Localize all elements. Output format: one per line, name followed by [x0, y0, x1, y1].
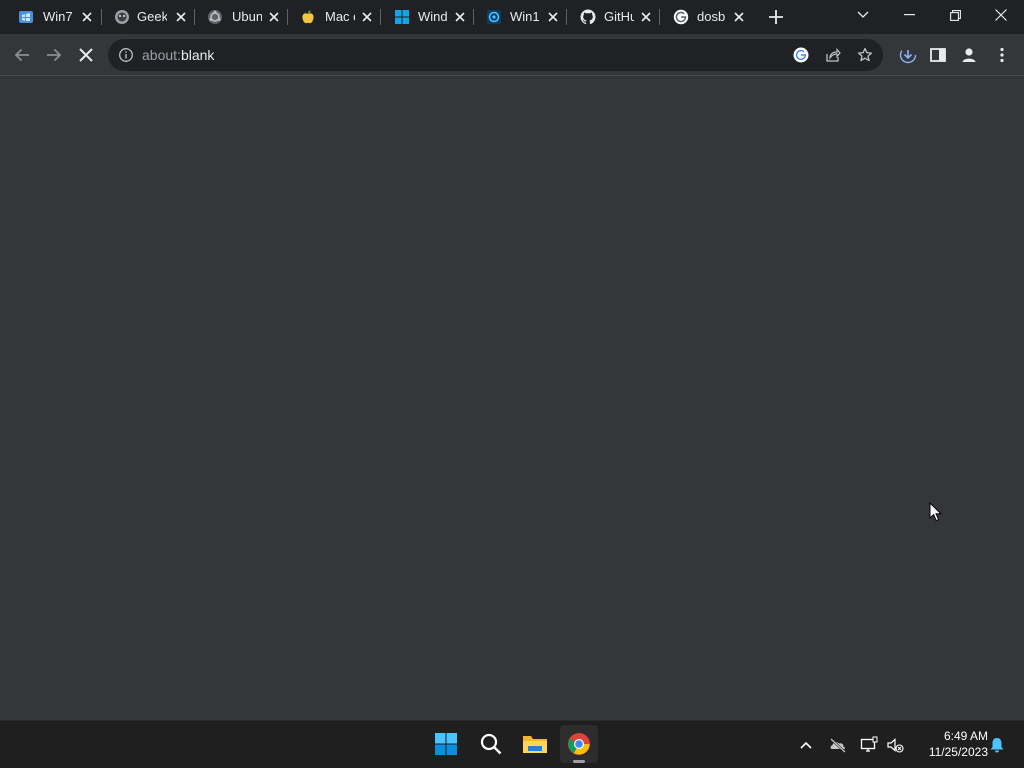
geek-favicon-icon [115, 10, 129, 24]
close-tab-icon[interactable] [454, 11, 466, 23]
tab-title: Win1 [510, 9, 540, 24]
tab-title: Mac c [325, 9, 355, 24]
clock-date: 11/25/2023 [928, 745, 988, 759]
clock-time: 6:49 AM [943, 729, 988, 743]
start-button[interactable] [427, 725, 465, 763]
side-panel-icon[interactable] [929, 46, 947, 64]
tab-title: dosb [697, 9, 726, 24]
tab-title: GitHu [604, 9, 634, 24]
close-icon [79, 48, 93, 62]
download-icon[interactable] [899, 46, 917, 64]
apple-favicon-icon [302, 10, 314, 24]
active-app-indicator [573, 760, 585, 763]
tab-win7[interactable]: Win7 [0, 0, 102, 34]
stop-loading-button[interactable] [75, 44, 97, 66]
page-content-area[interactable] [0, 77, 1024, 720]
bookmark-star-icon[interactable] [857, 47, 873, 63]
tab-title: Win7 [43, 9, 73, 24]
chrome-taskbar-button[interactable] [560, 725, 598, 763]
taskbar-clock[interactable]: 6:49 AM 11/25/2023 [910, 728, 988, 760]
tab-ubuntu[interactable]: Ubun [195, 0, 288, 34]
tab-search-button[interactable] [840, 0, 886, 30]
file-explorer-button[interactable] [516, 725, 554, 763]
network-icon[interactable] [860, 736, 878, 754]
arrow-right-icon [47, 48, 62, 62]
volume-muted-icon[interactable] [886, 736, 904, 754]
ubuntu-favicon-icon [208, 10, 222, 24]
tab-windows[interactable]: Wind [381, 0, 474, 34]
back-button[interactable] [11, 44, 33, 66]
close-tab-icon[interactable] [547, 11, 559, 23]
close-tab-icon[interactable] [733, 11, 745, 23]
tab-title: Geek [137, 9, 167, 24]
chevron-up-icon[interactable] [797, 736, 815, 754]
google-lens-icon[interactable] [793, 47, 809, 63]
google-favicon-icon [673, 9, 689, 25]
minimize-icon [903, 14, 915, 16]
url-text[interactable]: about:blank [142, 47, 214, 63]
windows-start-icon [435, 733, 457, 755]
restore-icon [949, 9, 961, 21]
url-scheme: about: [142, 47, 181, 63]
tab-win11[interactable]: Win1 [474, 0, 567, 34]
tab-github[interactable]: GitHu [567, 0, 660, 34]
chevron-down-icon [857, 11, 869, 18]
address-bar[interactable]: about:blank [108, 39, 883, 71]
tab-title: Ubun [232, 9, 262, 24]
tab-mac[interactable]: Mac c [288, 0, 381, 34]
win11-favicon-icon [487, 10, 501, 24]
restore-button[interactable] [932, 0, 978, 30]
info-icon[interactable] [118, 47, 134, 63]
github-favicon-icon [580, 9, 596, 25]
taskbar-search-button[interactable] [472, 725, 510, 763]
search-icon [480, 733, 502, 755]
notification-bell-icon[interactable] [988, 736, 1006, 754]
tab-dosbox[interactable]: dosb [660, 0, 753, 34]
close-tab-icon[interactable] [268, 11, 280, 23]
close-tab-icon[interactable] [640, 11, 652, 23]
close-tab-icon[interactable] [361, 11, 373, 23]
folder-icon [523, 736, 547, 753]
close-tab-icon[interactable] [81, 11, 93, 23]
win7-favicon-icon [19, 11, 33, 23]
tab-title: Wind [418, 9, 448, 24]
onedrive-offline-icon[interactable] [829, 736, 847, 754]
minimize-button[interactable] [886, 0, 932, 30]
close-tab-icon[interactable] [175, 11, 187, 23]
new-tab-plus-icon[interactable] [768, 9, 784, 25]
more-menu-icon[interactable] [993, 46, 1011, 64]
mouse-cursor-icon [929, 502, 943, 522]
arrow-left-icon [14, 48, 29, 62]
close-icon [995, 9, 1007, 21]
windows-favicon-icon [395, 10, 409, 24]
share-icon[interactable] [825, 47, 841, 63]
tab-strip: Win7 Geek Ubun Mac c Wind [0, 0, 1024, 34]
close-window-button[interactable] [978, 0, 1024, 30]
tab-geek[interactable]: Geek [102, 0, 195, 34]
profile-avatar-icon[interactable] [960, 46, 978, 64]
chrome-icon [568, 733, 590, 755]
forward-button[interactable] [43, 44, 65, 66]
url-host: blank [180, 47, 215, 63]
